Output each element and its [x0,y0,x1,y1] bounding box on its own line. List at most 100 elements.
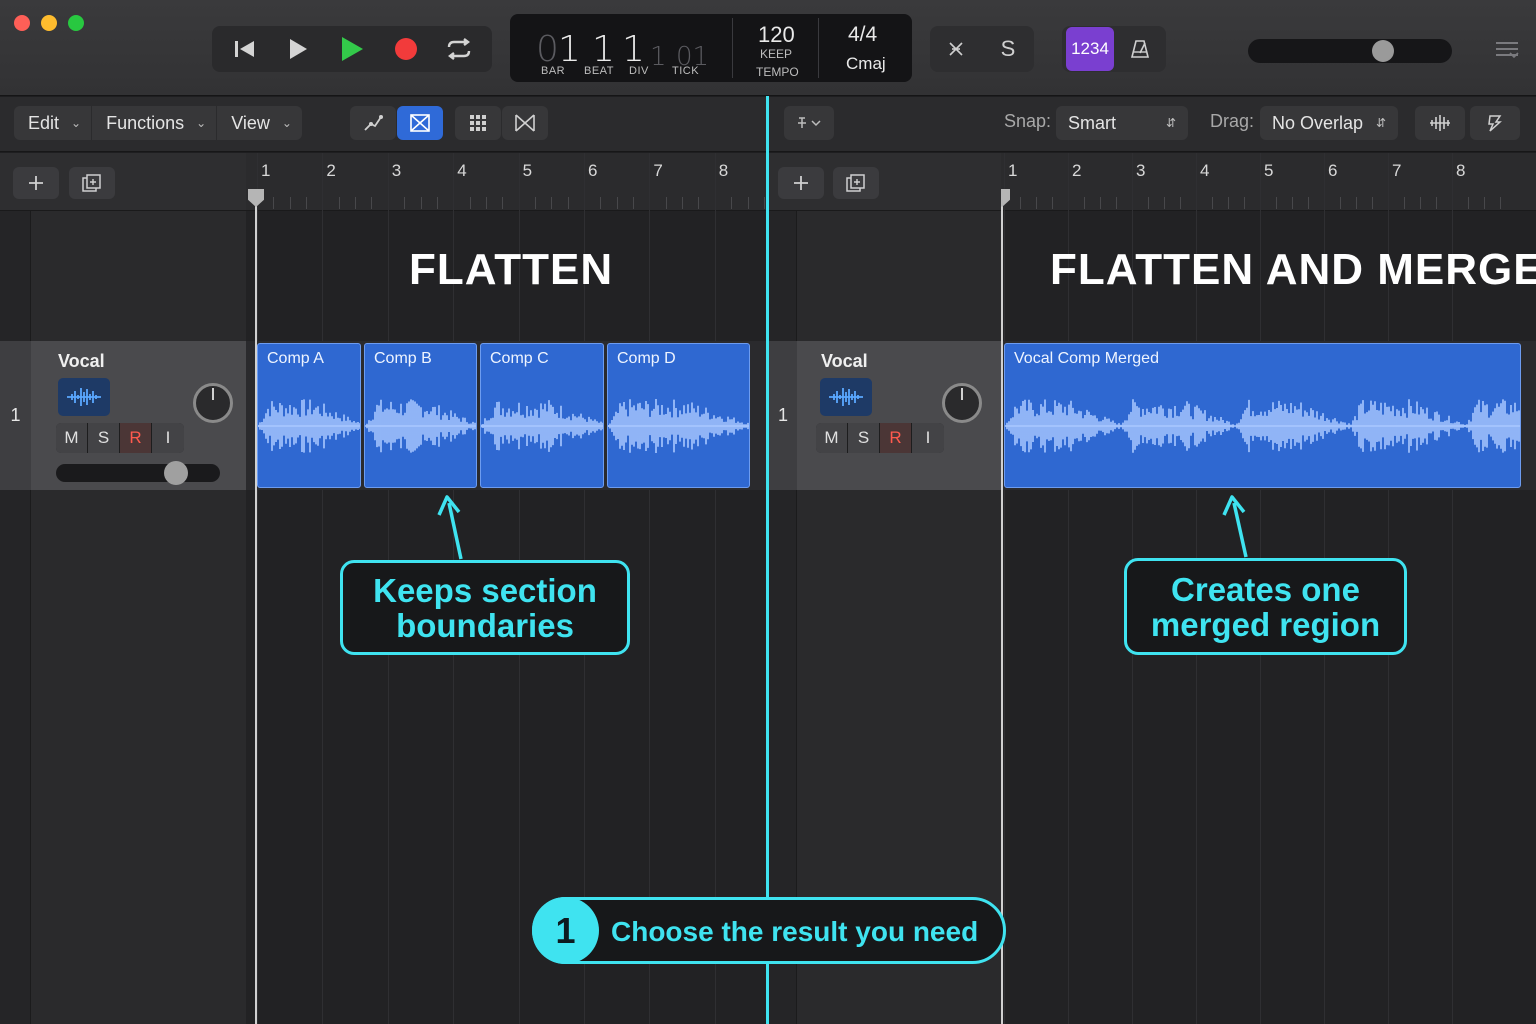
pan-knob[interactable] [942,383,982,423]
time-signature[interactable]: 4/4 [848,23,877,47]
beat-tick [469,197,471,209]
callout-line-1: Keeps section [373,571,597,609]
region-waveform [258,399,360,453]
track-buttons: M S R I [816,423,944,453]
add-track-button[interactable] [13,167,59,199]
lcd-divider [732,18,733,78]
region-comp-c[interactable]: Comp C [480,343,604,488]
bar-number: 2 [326,161,336,180]
bar-grid-line [714,153,716,1024]
beat-tick [551,197,553,209]
track-name[interactable]: Vocal [821,351,868,372]
metronome-icon[interactable] [1114,29,1166,69]
track-volume-slider[interactable] [56,461,220,485]
audio-waveform-icon [820,378,872,416]
play-icon[interactable] [276,29,320,69]
beat-tick [436,197,438,209]
cycle-icon[interactable] [437,29,481,69]
beat-tick [731,197,733,209]
flex-icon[interactable] [397,106,443,140]
panel-title: FLATTEN [409,245,614,294]
tempo-mode-line2: TEMPO [756,65,799,79]
beat-tick [1100,197,1101,209]
close-window-button[interactable] [14,15,30,31]
zoom-window-button[interactable] [68,15,84,31]
beat-tick [1148,197,1149,209]
duplicate-track-button[interactable] [69,167,115,199]
beat-tick [485,197,487,209]
beat-tick [1404,197,1405,209]
list-editors-icon[interactable] [1494,40,1520,65]
mute-button[interactable]: M [816,423,848,453]
record-enable-button[interactable]: R [880,423,912,453]
view-menu[interactable]: View ⌄ [217,106,302,140]
add-track-button[interactable] [778,167,824,199]
record-icon[interactable] [384,29,428,69]
edit-menu[interactable]: Edit ⌄ [14,106,93,140]
beat-tick [698,197,700,209]
region-comp-b[interactable]: Comp B [364,343,477,488]
comparison-divider [766,96,769,1024]
record-enable-button[interactable]: R [120,423,152,453]
solo-track-button[interactable]: S [848,423,880,453]
waveform-zoom-icon[interactable] [1415,106,1465,140]
track-volume-thumb[interactable] [164,461,188,485]
beat-tick [1308,197,1309,209]
solo-button[interactable]: S [982,29,1034,69]
minimize-window-button[interactable] [41,15,57,31]
lcd-display[interactable]: 0 1 1 1 1 01 BAR BEAT DIV TICK 120 KEEP … [510,14,912,82]
region-name: Comp C [490,350,549,367]
track-header[interactable]: 1 Vocal M S R I [769,341,1001,490]
lcd-div-label: DIV [629,65,649,77]
arrange-area[interactable]: 1 2 3 4 5 6 7 8 Comp A Comp B Comp C Comp D FLA… [246,153,766,1024]
go-to-beginning-icon[interactable] [223,29,267,69]
ruler[interactable]: 1 2 3 4 5 6 7 8 [246,153,766,211]
play-green-icon[interactable] [330,29,374,69]
pan-knob[interactable] [193,383,233,423]
arrange-area[interactable]: 1 2 3 4 5 6 7 8 Vocal Comp Merged FLATTEN AND M… [1001,153,1536,1024]
duplicate-track-button[interactable] [833,167,879,199]
functions-menu[interactable]: Functions ⌄ [92,106,218,140]
grid-view-icon[interactable] [455,106,501,140]
input-monitor-button[interactable]: I [912,423,944,453]
beat-tick [1020,197,1021,209]
tuner-icon[interactable] [930,29,982,69]
step-callout: 1 Choose the result you need [532,897,1006,964]
automation-icon[interactable] [350,106,396,140]
beat-tick [1164,197,1165,209]
mute-button[interactable]: M [56,423,88,453]
bar-number: 3 [1136,161,1146,180]
beat-tick [1292,197,1293,209]
tempo-mode-line1: KEEP [760,47,793,61]
region-vocal-comp-merged[interactable]: Vocal Comp Merged [1004,343,1521,488]
transport-controls [212,26,492,72]
master-volume-slider[interactable] [1248,39,1452,63]
track-header[interactable]: 1 Vocal M S R I [0,341,246,490]
playhead[interactable] [255,189,257,1024]
playhead[interactable] [1001,189,1003,1024]
input-monitor-button[interactable]: I [152,423,184,453]
beat-tick [763,197,765,209]
region-comp-d[interactable]: Comp D [607,343,750,488]
snap-select[interactable]: Smart ⇵ [1056,106,1188,140]
region-comp-a[interactable]: Comp A [257,343,361,488]
master-volume-thumb[interactable] [1372,40,1394,62]
key-signature[interactable]: Cmaj [846,54,886,74]
drag-select[interactable]: No Overlap ⇵ [1260,106,1398,140]
tempo-value[interactable]: 120 [758,22,795,48]
ruler[interactable]: 1 2 3 4 5 6 7 8 [1001,153,1536,211]
beat-tick [404,197,406,209]
count-in-button[interactable]: 1234 [1066,27,1114,71]
track-name[interactable]: Vocal [58,351,105,372]
catch-playhead-icon[interactable] [1470,106,1520,140]
tuner-solo-group: S [930,26,1034,72]
tool-picker-icon[interactable] [784,106,834,140]
beat-tick [502,197,504,209]
beat-tick [420,197,422,209]
beat-tick [616,197,618,209]
beat-tick [1484,197,1485,209]
snap-value: Smart [1068,112,1117,133]
beat-tick [1356,197,1357,209]
crossfade-icon[interactable] [502,106,548,140]
solo-track-button[interactable]: S [88,423,120,453]
